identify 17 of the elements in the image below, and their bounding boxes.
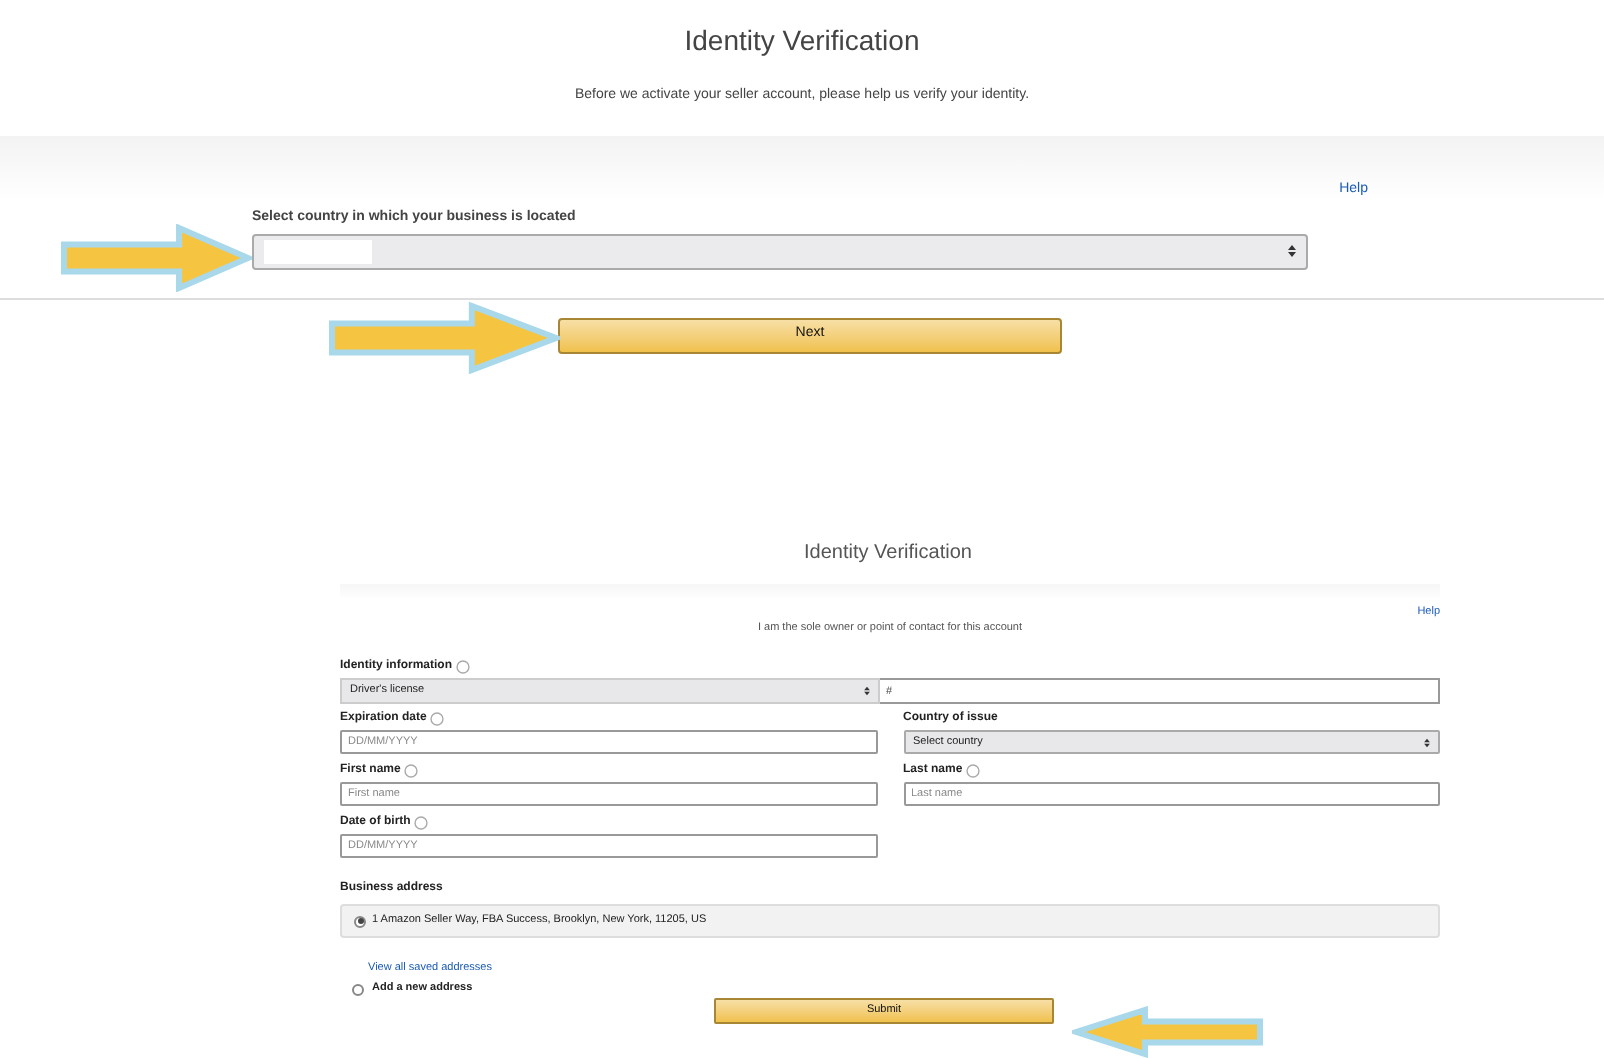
radio-button[interactable] [354,915,366,927]
info-icon[interactable] [430,712,445,726]
info-icon[interactable] [456,660,470,674]
select-caret-icon [864,686,870,696]
redacted-value [264,239,372,263]
arrow-annotation-icon [60,224,252,292]
arrow-annotation-icon [1072,1006,1264,1058]
select-caret-icon [1288,244,1296,258]
radio-button[interactable] [352,984,364,997]
page-title: Identity Verification [684,22,920,60]
info-icon[interactable] [966,764,981,778]
section-title: Identity Verification [804,539,972,567]
select-caret-icon [1424,737,1430,747]
info-icon[interactable] [404,764,419,778]
arrow-annotation-icon [328,302,560,374]
info-icon[interactable] [414,816,429,830]
country-select[interactable] [252,233,1308,269]
